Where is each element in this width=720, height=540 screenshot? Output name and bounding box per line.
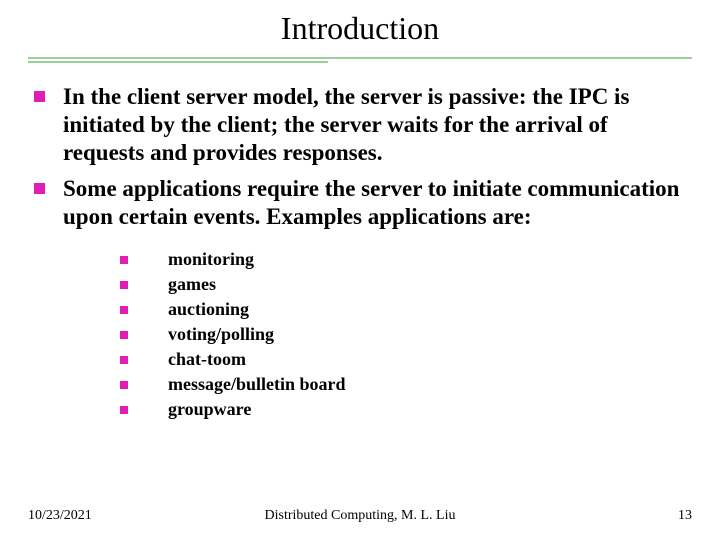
content-area: In the client server model, the server i… — [0, 65, 720, 420]
square-bullet-icon — [120, 381, 128, 389]
list-item: In the client server model, the server i… — [28, 83, 692, 167]
square-bullet-icon — [120, 331, 128, 339]
sub-bullet-list: monitoring games auctioning voting/polli… — [28, 249, 692, 420]
bullet-text: In the client server model, the server i… — [63, 83, 692, 167]
footer-date: 10/23/2021 — [28, 508, 249, 524]
main-bullet-list: In the client server model, the server i… — [28, 83, 692, 231]
list-item: games — [120, 274, 692, 295]
list-item: monitoring — [120, 249, 692, 270]
list-item: voting/polling — [120, 324, 692, 345]
sub-bullet-text: monitoring — [168, 249, 254, 270]
square-bullet-icon — [34, 91, 45, 102]
footer: 10/23/2021 Distributed Computing, M. L. … — [0, 508, 720, 524]
footer-center: Distributed Computing, M. L. Liu — [249, 508, 470, 524]
list-item: message/bulletin board — [120, 374, 692, 395]
square-bullet-icon — [120, 256, 128, 264]
square-bullet-icon — [34, 183, 45, 194]
list-item: auctioning — [120, 299, 692, 320]
sub-bullet-text: message/bulletin board — [168, 374, 346, 395]
slide-title: Introduction — [0, 0, 720, 55]
list-item: Some applications require the server to … — [28, 175, 692, 231]
sub-bullet-text: groupware — [168, 399, 251, 420]
square-bullet-icon — [120, 406, 128, 414]
square-bullet-icon — [120, 356, 128, 364]
sub-bullet-text: chat-toom — [168, 349, 246, 370]
rule-short — [28, 61, 328, 63]
bullet-text: Some applications require the server to … — [63, 175, 692, 231]
title-rule — [28, 55, 692, 65]
square-bullet-icon — [120, 306, 128, 314]
square-bullet-icon — [120, 281, 128, 289]
list-item: groupware — [120, 399, 692, 420]
list-item: chat-toom — [120, 349, 692, 370]
sub-bullet-text: games — [168, 274, 216, 295]
footer-page: 13 — [471, 508, 692, 524]
slide: Introduction In the client server model,… — [0, 0, 720, 540]
sub-bullet-text: auctioning — [168, 299, 249, 320]
rule-long — [28, 57, 692, 59]
sub-bullet-text: voting/polling — [168, 324, 274, 345]
